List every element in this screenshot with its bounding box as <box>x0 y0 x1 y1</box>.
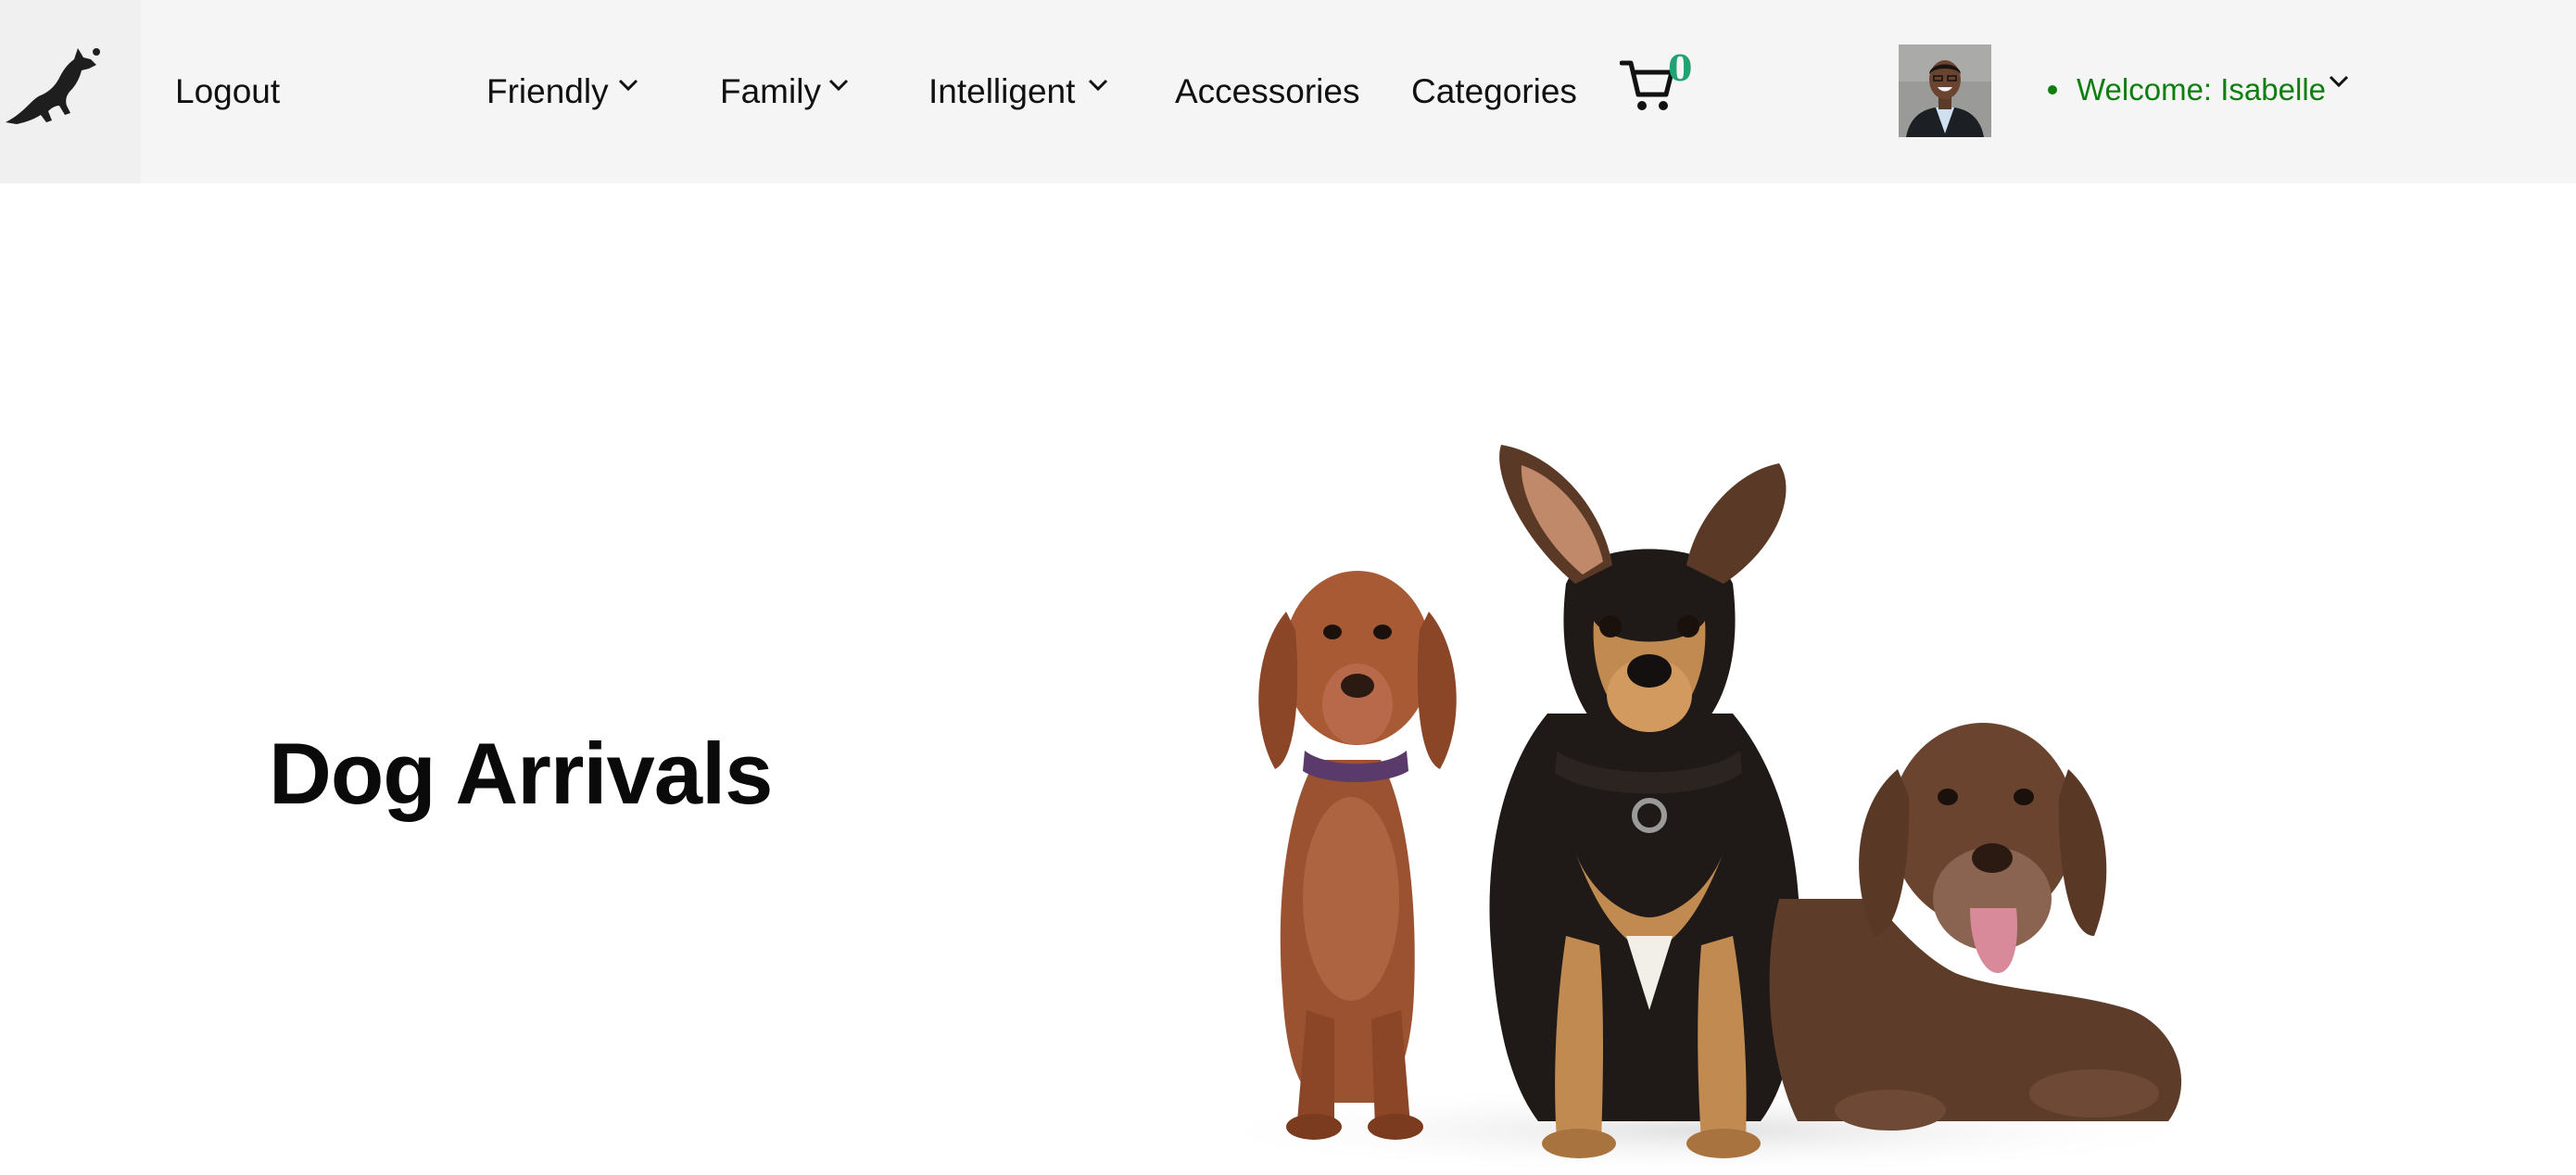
nav-item-categories[interactable]: Categories <box>1411 0 1577 183</box>
nav-item-accessories[interactable]: Accessories <box>1175 0 1359 183</box>
welcome-text: Welcome: Isabelle <box>2077 72 2327 107</box>
cart-count-badge: 0 <box>1668 47 1693 89</box>
top-navbar: Logout Friendly Family Intelligent Acces… <box>0 0 2576 183</box>
chevron-down-icon[interactable] <box>827 78 850 93</box>
chevron-down-icon[interactable] <box>2328 74 2350 89</box>
hero-title: Dog Arrivals <box>269 725 773 822</box>
dachshund-dog <box>1258 571 1457 1140</box>
logo[interactable] <box>0 0 141 183</box>
logout-link[interactable]: Logout <box>175 0 280 183</box>
nav-item-intelligent[interactable]: Intelligent <box>928 0 1075 183</box>
chevron-down-icon[interactable] <box>1087 78 1109 93</box>
user-avatar[interactable] <box>1899 44 1991 137</box>
welcome-user-menu[interactable]: Welcome: Isabelle <box>2048 0 2326 183</box>
chevron-down-icon[interactable] <box>617 78 639 93</box>
nav-item-friendly[interactable]: Friendly <box>486 0 609 183</box>
nav-item-family[interactable]: Family <box>720 0 821 183</box>
wirehaired-dog <box>1769 723 2182 1131</box>
black-tan-dog <box>1489 445 1800 1158</box>
bullet-icon <box>2048 85 2057 95</box>
user-avatar-image <box>1899 44 1991 137</box>
jumping-dog-logo-icon <box>6 48 100 124</box>
three-dogs-photo <box>1186 445 2224 1175</box>
